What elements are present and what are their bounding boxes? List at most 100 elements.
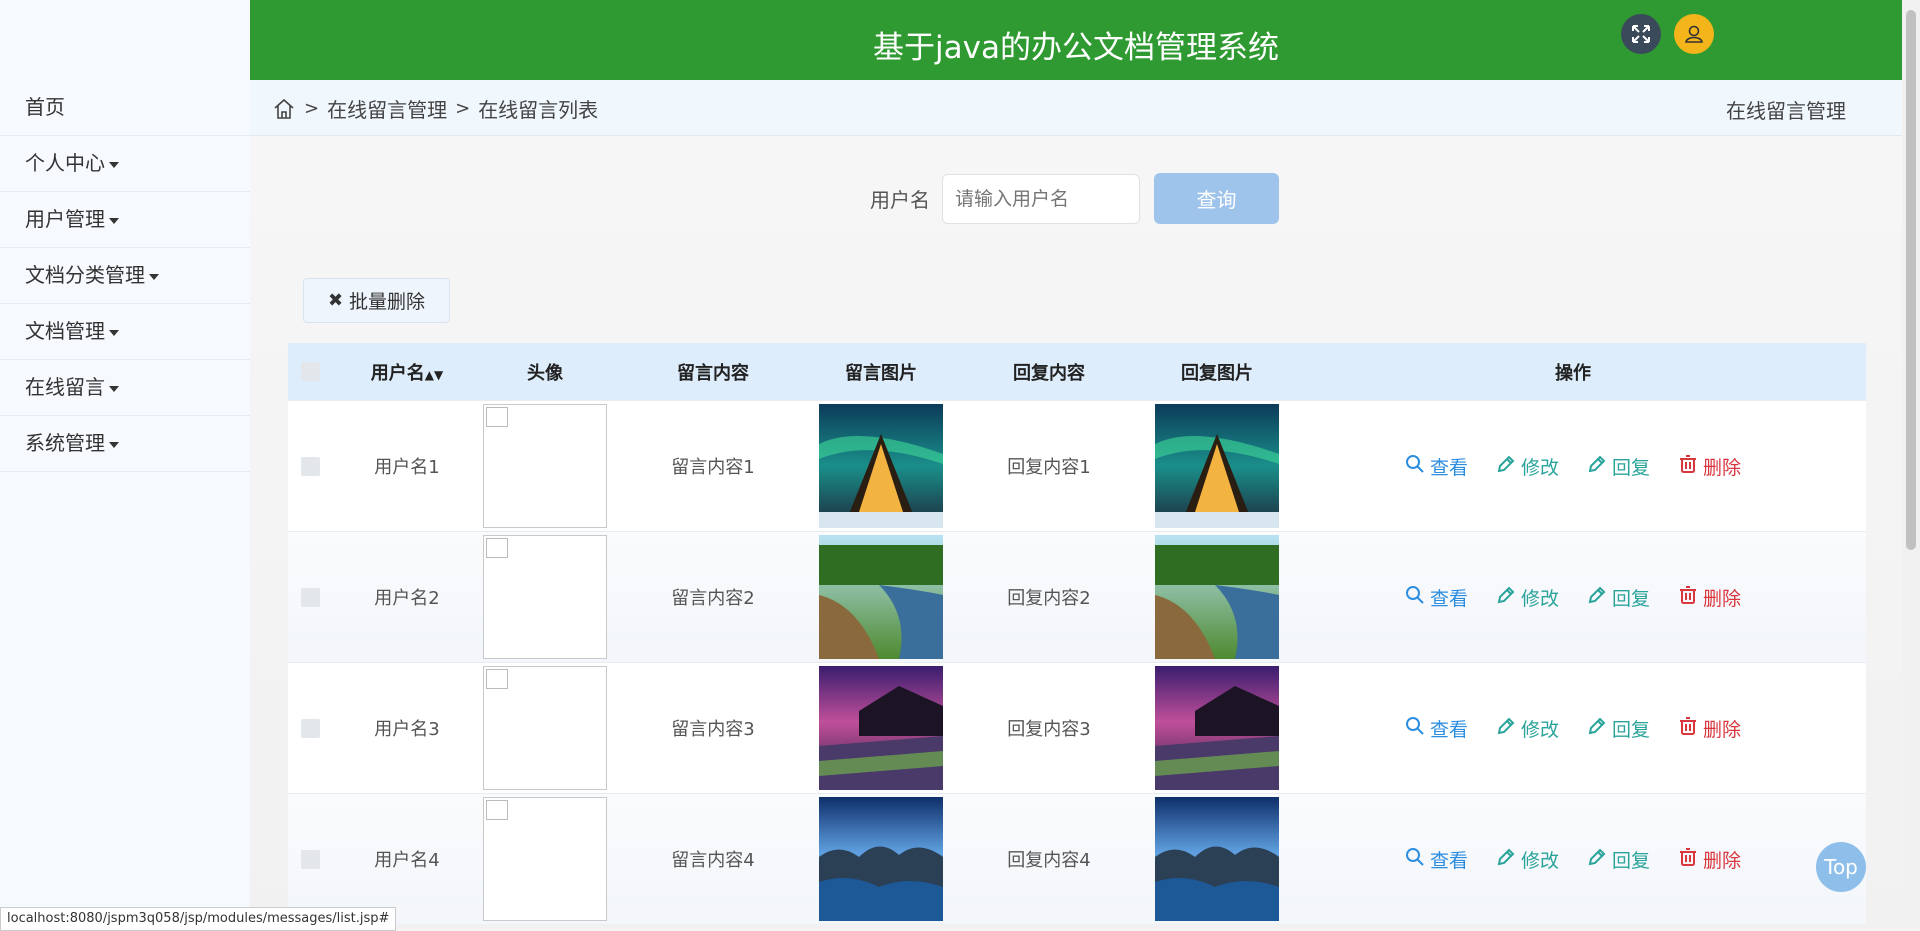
row-checkbox[interactable] [300,718,320,738]
select-all-checkbox[interactable] [300,362,320,381]
avatar-broken-image [483,404,607,528]
username-search-input[interactable] [942,173,1140,224]
breadcrumb-item[interactable]: 在线留言管理 [327,94,447,123]
delete-button[interactable]: 删除 [1678,584,1741,611]
view-label: 查看 [1429,849,1468,872]
messages-table: 用户名▲▼ 头像 留言内容 留言图片 回复内容 回复图片 操作 用户名1 留言内… [288,343,1866,924]
reply-image-thumbnail[interactable] [1155,535,1279,659]
view-button[interactable]: 查看 [1405,584,1468,611]
sidebar-item-label: 个人中心 [25,151,105,175]
view-label: 查看 [1429,718,1468,741]
reply-image-thumbnail[interactable] [1155,404,1279,528]
delete-button[interactable]: 删除 [1678,453,1741,480]
reply-button[interactable]: 回复 [1587,584,1650,611]
edit-button[interactable]: 修改 [1496,584,1559,611]
table-row: 用户名2 留言内容2 回复内容2 查看 修改 回复 删除 [288,531,1866,662]
cell-message: 留言内容1 [671,457,755,478]
view-button[interactable]: 查看 [1405,846,1468,873]
user-button[interactable] [1674,14,1714,54]
cell-reply: 回复内容3 [1007,719,1091,740]
search-button[interactable]: 查询 [1154,173,1279,224]
search-label: 用户名 [870,188,930,212]
view-label: 查看 [1429,456,1468,479]
delete-label: 删除 [1703,718,1742,741]
cell-avatar [482,535,608,659]
sort-icon[interactable]: ▲▼ [425,368,443,382]
cell-message-image [818,404,944,528]
sidebar-item-label: 在线留言 [25,375,105,399]
cell-reply: 回复内容1 [1007,457,1091,478]
reply-image-thumbnail[interactable] [1155,666,1279,790]
reply-button[interactable]: 回复 [1587,846,1650,873]
caret-down-icon [149,273,159,280]
back-to-top-button[interactable]: Top [1816,842,1866,892]
sidebar-item-user-management[interactable]: 用户管理 [0,192,250,248]
close-icon: ✖ [327,290,344,311]
cell-message-image [818,535,944,659]
breadcrumb-separator: > [304,98,320,119]
sidebar-item-doc-management[interactable]: 文档管理 [0,304,250,360]
row-checkbox[interactable] [300,587,320,607]
cell-message: 留言内容3 [671,719,755,740]
reply-image-thumbnail[interactable] [1155,797,1279,921]
top-header: 基于java的办公文档管理系统 [250,0,1902,80]
pencil-icon [1587,585,1612,610]
edit-button[interactable]: 修改 [1496,715,1559,742]
message-image-thumbnail[interactable] [819,404,943,528]
cell-message: 留言内容4 [671,850,755,871]
sidebar-item-home[interactable]: 首页 [0,80,250,136]
view-button[interactable]: 查看 [1405,453,1468,480]
pencil-icon [1587,716,1612,741]
trash-icon [1678,847,1703,872]
caret-down-icon [109,217,119,224]
expand-icon [1632,25,1650,43]
broken-image-icon [486,669,508,689]
breadcrumb-bar: > 在线留言管理 > 在线留言列表 在线留言管理 [250,80,1902,136]
sidebar-item-label: 用户管理 [25,207,105,231]
row-checkbox[interactable] [300,849,320,869]
edit-label: 修改 [1520,849,1559,872]
table-row: 用户名1 留言内容1 回复内容1 查看 修改 回复 删除 [288,400,1866,531]
column-label: 用户名 [370,362,425,384]
message-image-thumbnail[interactable] [819,666,943,790]
cell-ops: 查看 修改 回复 删除 [1280,846,1866,873]
home-icon[interactable] [272,97,296,121]
cell-reply-image [1154,535,1280,659]
fullscreen-button[interactable] [1621,14,1661,54]
sidebar-item-doc-category[interactable]: 文档分类管理 [0,248,250,304]
batch-delete-button[interactable]: ✖ 批量删除 [303,278,450,323]
column-header-username[interactable]: 用户名▲▼ [332,359,482,385]
cell-username: 用户名3 [374,719,440,740]
table-header: 用户名▲▼ 头像 留言内容 留言图片 回复内容 回复图片 操作 [288,343,1866,400]
reply-button[interactable]: 回复 [1587,715,1650,742]
message-image-thumbnail[interactable] [819,797,943,921]
scrollbar-thumb[interactable] [1906,10,1916,550]
batch-delete-label: 批量删除 [349,291,426,313]
delete-button[interactable]: 删除 [1678,846,1741,873]
pencil-icon [1496,716,1521,741]
reply-button[interactable]: 回复 [1587,453,1650,480]
sidebar-item-label: 文档管理 [25,319,105,343]
row-checkbox-cell [288,718,332,738]
row-checkbox-cell [288,849,332,869]
edit-button[interactable]: 修改 [1496,453,1559,480]
sidebar-item-online-message[interactable]: 在线留言 [0,360,250,416]
breadcrumb: > 在线留言管理 > 在线留言列表 [272,94,598,123]
view-button[interactable]: 查看 [1405,715,1468,742]
sidebar-menu: 首页 个人中心 用户管理 文档分类管理 文档管理 在线留言 系统管理 [0,80,250,472]
delete-button[interactable]: 删除 [1678,715,1741,742]
sidebar-item-system[interactable]: 系统管理 [0,416,250,472]
search-form: 用户名 查询 [870,173,1279,224]
sidebar-item-label: 文档分类管理 [25,263,145,287]
row-checkbox[interactable] [300,456,320,476]
breadcrumb-separator: > [455,98,471,119]
table-row: 用户名3 留言内容3 回复内容3 查看 修改 回复 删除 [288,662,1866,793]
column-header-reply-image: 回复图片 [1181,362,1253,384]
page-section-title: 在线留言管理 [1726,99,1846,123]
sidebar-item-personal-center[interactable]: 个人中心 [0,136,250,192]
page-scrollbar[interactable] [1902,0,1920,929]
avatar-broken-image [483,797,607,921]
message-image-thumbnail[interactable] [819,535,943,659]
edit-label: 修改 [1520,456,1559,479]
edit-button[interactable]: 修改 [1496,846,1559,873]
